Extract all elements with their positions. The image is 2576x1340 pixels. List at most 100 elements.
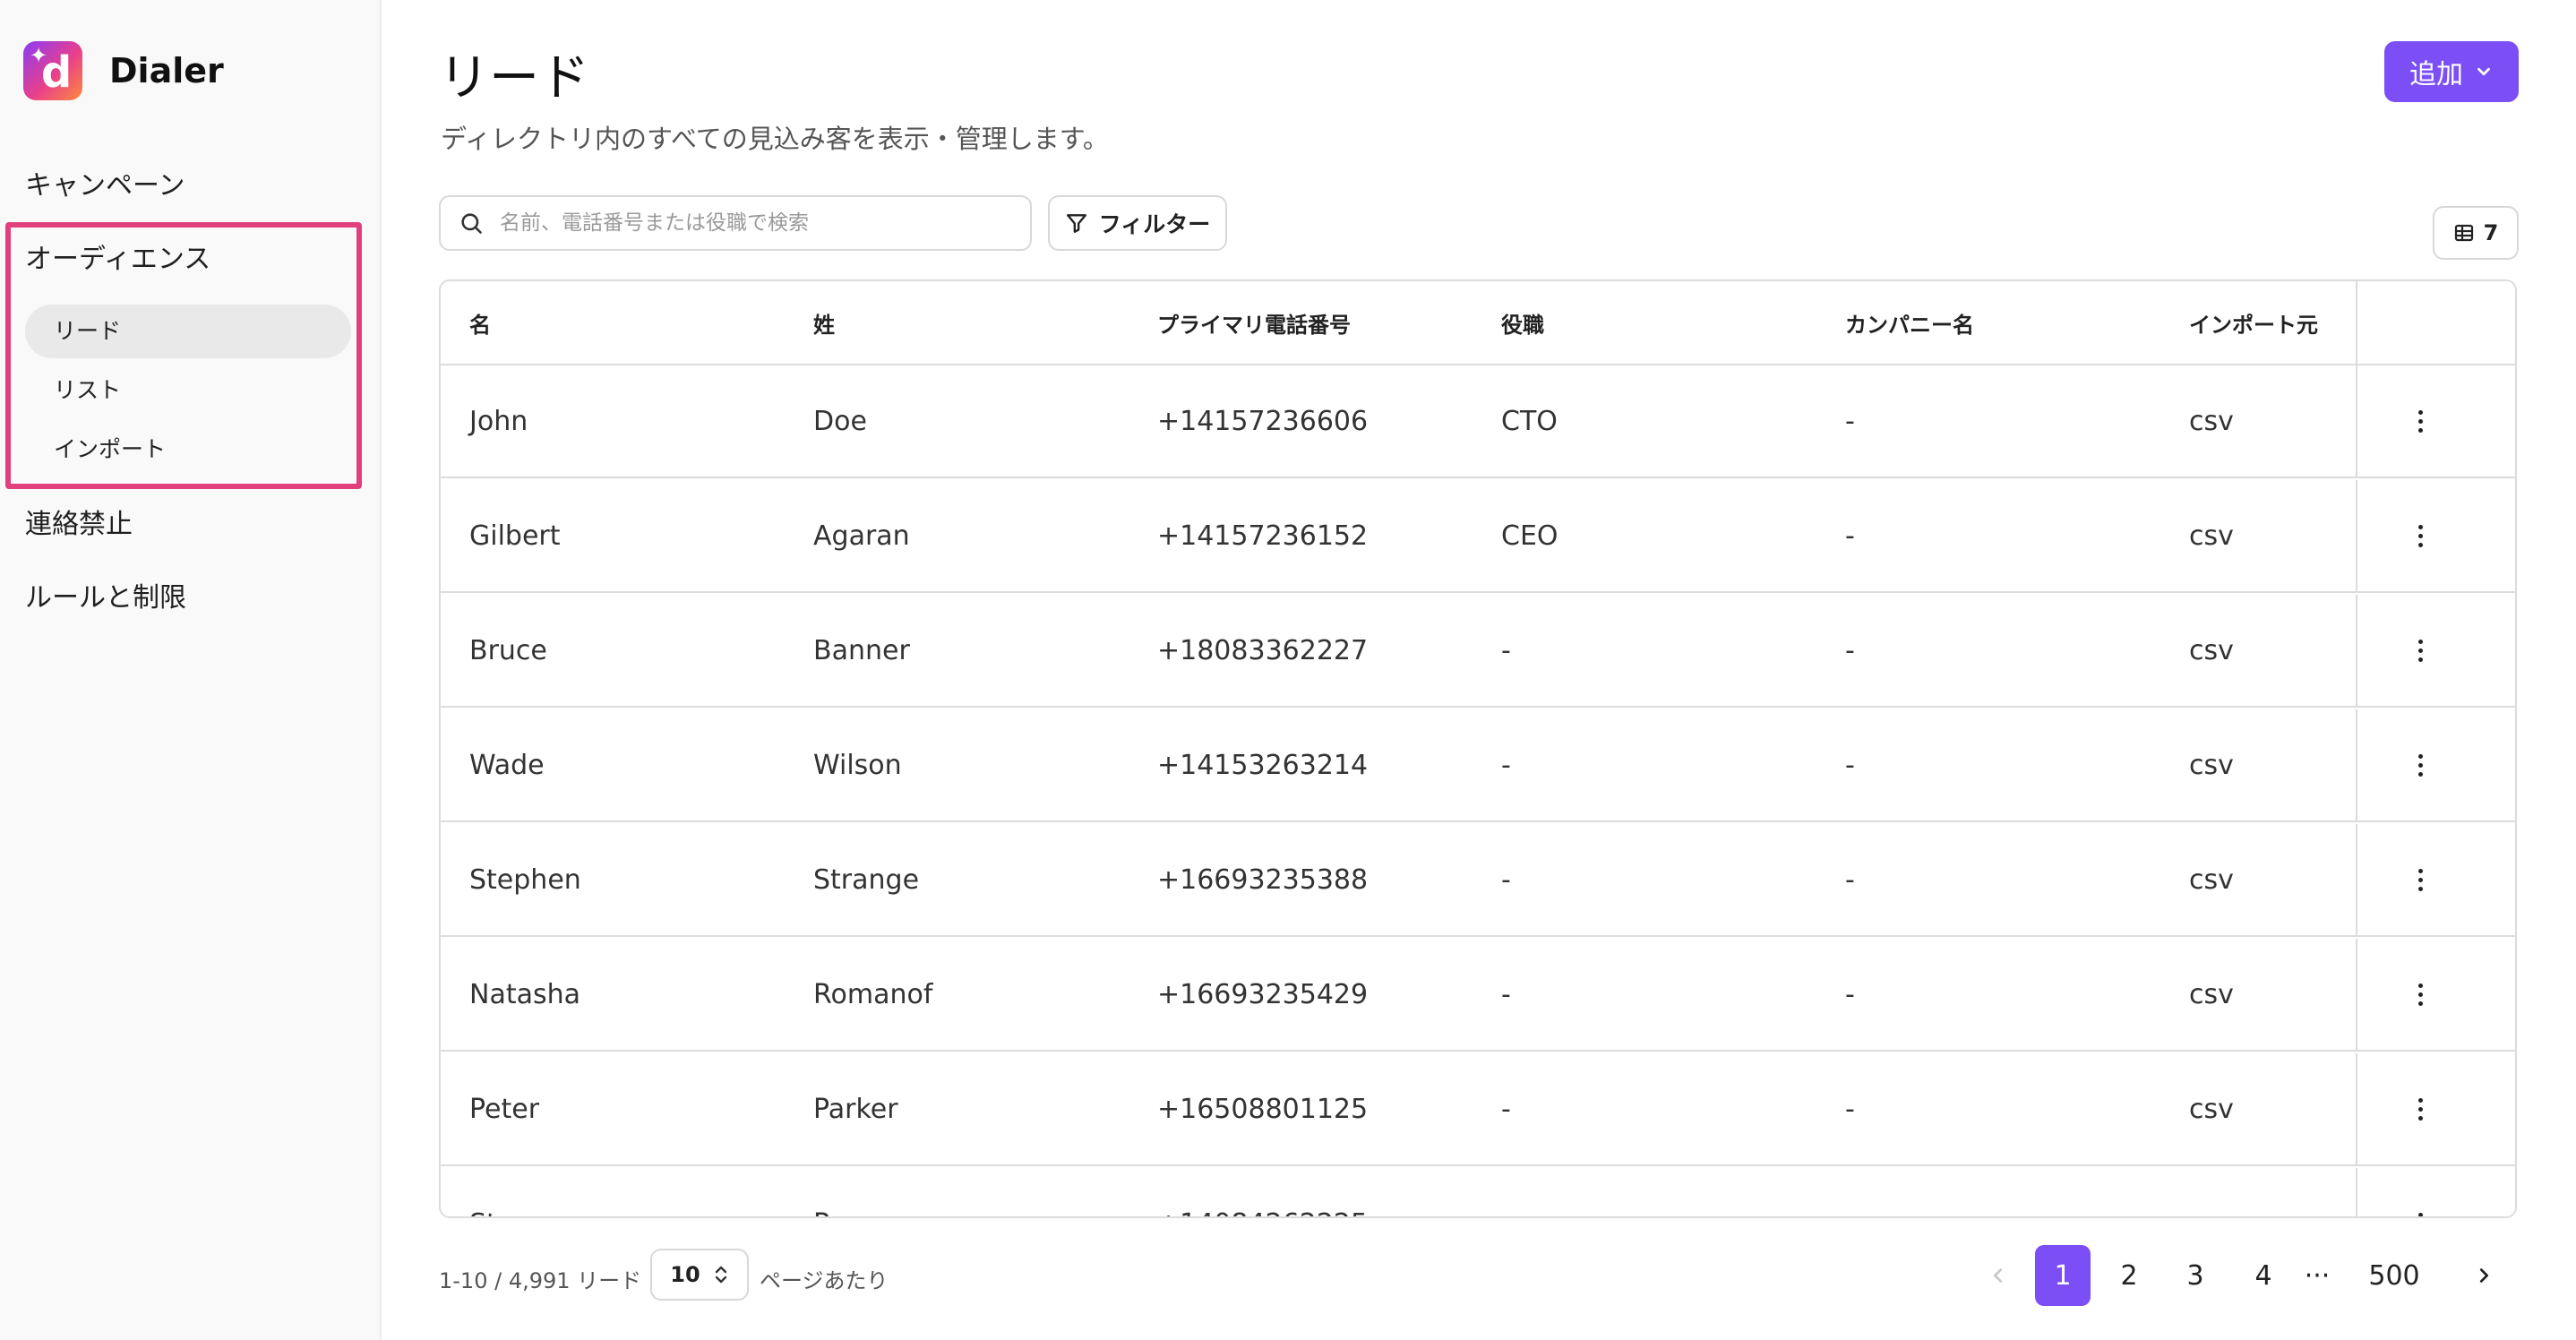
cell-import-source: csv xyxy=(2189,863,2234,896)
more-vertical-icon[interactable] xyxy=(2409,631,2432,671)
cell-phone: +14157236606 xyxy=(1157,405,1369,437)
column-header-last-name[interactable]: 姓 xyxy=(785,281,1129,364)
sidebar-item-rules-limits[interactable]: ルールと制限 xyxy=(25,580,186,616)
table-row[interactable]: Natasha Romanof +16693235429 - - csv xyxy=(441,939,2515,1052)
cell-last-name: Strange xyxy=(813,863,920,896)
more-vertical-icon[interactable] xyxy=(2409,975,2432,1015)
cell-last-name: Parker xyxy=(813,1093,898,1125)
chevron-right-icon xyxy=(2479,1268,2489,1283)
cell-first-name: Gilbert xyxy=(469,520,561,552)
cell-last-name: Banner xyxy=(813,634,910,666)
cell-phone: +16693235388 xyxy=(1157,863,1369,896)
cell-phone: +14084262225 xyxy=(1129,1168,1473,1217)
leads-table: 名 姓 プライマリ電話番号 役職 カンパニー名 インポート元 John Doe +1… xyxy=(439,279,2517,1218)
search-input[interactable] xyxy=(500,211,1001,235)
table-row[interactable]: Peter Parker +16508801125 - - csv xyxy=(441,1053,2515,1166)
search-box[interactable] xyxy=(439,195,1032,251)
cell-import-source: csv xyxy=(2189,520,2234,552)
cell-phone: +16508801125 xyxy=(1157,1093,1369,1125)
table-row[interactable]: Bruce Banner +18083362227 - - csv xyxy=(441,595,2515,708)
page-button-1[interactable]: 1 xyxy=(2035,1245,2091,1306)
prev-page-button[interactable] xyxy=(1971,1245,2026,1306)
cell-company: - xyxy=(1845,405,1855,437)
table-row[interactable]: Stephen Strange +16693235388 - - csv xyxy=(441,824,2515,937)
column-header-phone[interactable]: プライマリ電話番号 xyxy=(1129,281,1473,364)
page-button-3[interactable]: 3 xyxy=(2168,1245,2223,1306)
page-button-2[interactable]: 2 xyxy=(2101,1245,2157,1306)
chevron-up-down-icon xyxy=(715,1266,726,1284)
per-page-select[interactable]: 10 xyxy=(650,1249,749,1301)
cell-first-name: Natasha xyxy=(469,978,580,1010)
app-name: Dialer xyxy=(109,51,224,90)
page-button-last[interactable]: 500 xyxy=(2354,1245,2434,1306)
cell-title: - xyxy=(1501,749,1511,781)
sidebar-item-audience[interactable]: オーディエンス xyxy=(25,242,210,278)
table-row[interactable]: StevenRogers+14084262225--csv xyxy=(441,1168,2515,1217)
cell-company: - xyxy=(1816,1168,2160,1217)
columns-count: 7 xyxy=(2483,220,2499,245)
column-header-title[interactable]: 役職 xyxy=(1473,281,1816,364)
per-page-label: ページあたり xyxy=(760,1268,889,1293)
cell-company: - xyxy=(1845,520,1855,552)
cell-phone: +14157236152 xyxy=(1157,520,1369,552)
more-vertical-icon[interactable] xyxy=(2409,1204,2432,1216)
cell-phone: +18083362227 xyxy=(1157,634,1369,666)
row-actions-cell xyxy=(2356,595,2483,706)
cell-title: - xyxy=(1473,1168,1816,1217)
row-actions-cell xyxy=(2356,365,2483,477)
cell-company: - xyxy=(1845,749,1855,781)
pagination-ellipsis: ··· xyxy=(2304,1259,2331,1292)
cell-title: CTO xyxy=(1501,405,1558,437)
cell-company: - xyxy=(1845,1093,1855,1125)
cell-first-name: Steven xyxy=(441,1168,785,1217)
more-vertical-icon[interactable] xyxy=(2409,401,2432,442)
table-row[interactable]: John Doe +14157236606 CTO - csv xyxy=(441,365,2515,478)
cell-first-name: Wade xyxy=(469,749,545,781)
sidebar: ✦ d Dialer キャンペーン オーディエンス リード リスト インポート … xyxy=(0,0,382,1340)
cell-company: - xyxy=(1845,863,1855,896)
cell-first-name: Peter xyxy=(469,1093,540,1125)
column-header-import-source[interactable]: インポート元 xyxy=(2160,281,2356,364)
column-header-first-name[interactable]: 名 xyxy=(441,281,785,364)
cell-company: - xyxy=(1845,978,1855,1010)
sidebar-item-campaigns[interactable]: キャンペーン xyxy=(25,168,185,204)
cell-last-name: Romanof xyxy=(813,978,933,1010)
filter-button[interactable]: フィルター xyxy=(1048,195,1227,251)
cell-first-name: John xyxy=(469,405,528,437)
cell-import-source: csv xyxy=(2189,634,2234,666)
columns-toggle-button[interactable]: 7 xyxy=(2433,206,2519,260)
next-page-button[interactable] xyxy=(2456,1245,2512,1306)
sparkle-icon: ✦ xyxy=(30,43,48,68)
cell-import-source: csv xyxy=(2189,749,2234,781)
cell-last-name: Agaran xyxy=(813,520,910,552)
sidebar-subitem-import[interactable]: インポート xyxy=(25,423,351,477)
column-header-actions xyxy=(2356,281,2483,364)
chevron-down-icon xyxy=(2477,67,2490,76)
brand: ✦ d Dialer xyxy=(23,41,224,100)
sidebar-subitem-lists[interactable]: リスト xyxy=(25,364,351,417)
sidebar-subitem-leads[interactable]: リード xyxy=(25,305,351,358)
add-button[interactable]: 追加 xyxy=(2384,41,2519,102)
more-vertical-icon[interactable] xyxy=(2409,1089,2432,1130)
table-row[interactable]: Wade Wilson +14153263214 - - csv xyxy=(441,709,2515,822)
more-vertical-icon[interactable] xyxy=(2409,860,2432,900)
cell-title: - xyxy=(1501,863,1511,896)
search-icon xyxy=(461,213,482,234)
page-button-4[interactable]: 4 xyxy=(2236,1245,2291,1306)
more-vertical-icon[interactable] xyxy=(2409,745,2432,786)
cell-last-name: Rogers xyxy=(785,1168,1129,1217)
column-header-company[interactable]: カンパニー名 xyxy=(1816,281,2160,364)
cell-title: - xyxy=(1501,1093,1511,1125)
chevron-left-icon xyxy=(1993,1268,2003,1283)
cell-first-name: Bruce xyxy=(469,634,547,666)
more-vertical-icon[interactable] xyxy=(2409,516,2432,556)
cell-import-source: csv xyxy=(2189,1093,2234,1125)
table-row[interactable]: Gilbert Agaran +14157236152 CEO - csv xyxy=(441,480,2515,593)
row-actions-cell xyxy=(2356,480,2483,591)
row-actions-cell xyxy=(2356,824,2483,935)
row-actions-cell xyxy=(2356,1053,2483,1164)
per-page-value: 10 xyxy=(670,1262,700,1287)
sidebar-item-do-not-contact[interactable]: 連絡禁止 xyxy=(25,507,133,543)
app-logo: ✦ d xyxy=(23,41,82,100)
cell-import-source: csv xyxy=(2189,978,2234,1010)
